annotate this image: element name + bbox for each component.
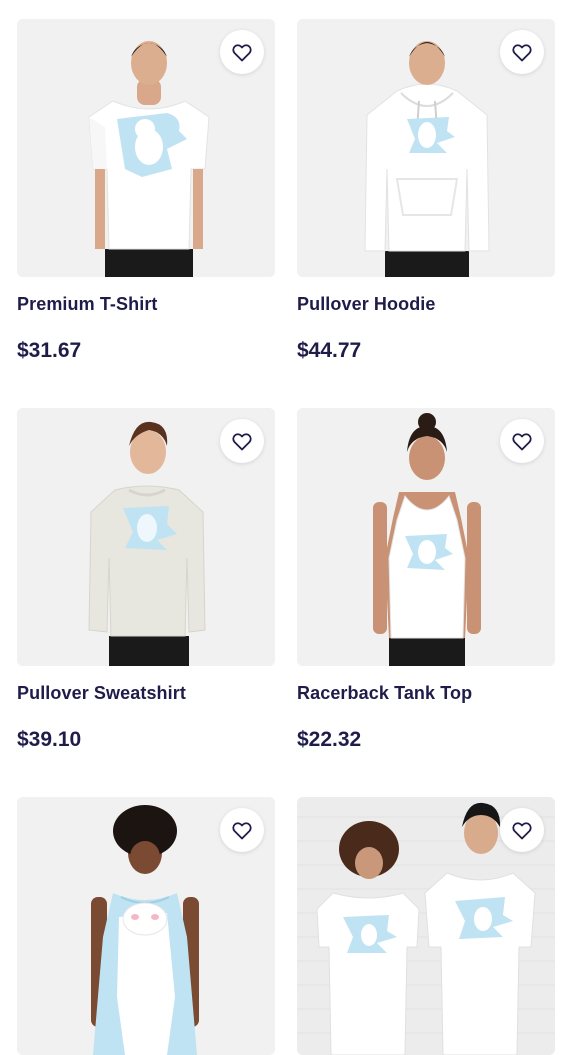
- product-card[interactable]: Racerback Tank Top $22.32: [297, 408, 555, 797]
- product-image[interactable]: [17, 19, 275, 277]
- product-title[interactable]: Racerback Tank Top: [297, 683, 555, 704]
- heart-outline-icon: [232, 433, 252, 451]
- product-image[interactable]: [297, 408, 555, 666]
- favorite-button[interactable]: [500, 30, 544, 74]
- product-price: $39.10: [17, 728, 82, 751]
- product-image[interactable]: [297, 19, 555, 277]
- favorite-button[interactable]: [220, 808, 264, 852]
- product-card[interactable]: [17, 797, 275, 1055]
- favorite-button[interactable]: [220, 30, 264, 74]
- product-card[interactable]: Pullover Sweatshirt $39.10: [17, 408, 275, 797]
- product-card[interactable]: Pullover Hoodie $44.77: [297, 19, 555, 408]
- product-card[interactable]: [297, 797, 555, 1055]
- product-image[interactable]: [297, 797, 555, 1055]
- product-image[interactable]: [17, 797, 275, 1055]
- product-price: $31.67: [17, 339, 82, 362]
- heart-outline-icon: [512, 433, 532, 451]
- heart-outline-icon: [232, 822, 252, 840]
- product-title[interactable]: Pullover Hoodie: [297, 294, 555, 315]
- product-price: $44.77: [297, 339, 362, 362]
- product-grid: Premium T-Shirt $31.67 Pullover Hoodie $…: [17, 19, 555, 1055]
- product-image[interactable]: [17, 408, 275, 666]
- product-title[interactable]: Pullover Sweatshirt: [17, 683, 275, 704]
- favorite-button[interactable]: [500, 419, 544, 463]
- heart-outline-icon: [512, 822, 532, 840]
- favorite-button[interactable]: [500, 808, 544, 852]
- product-card[interactable]: Premium T-Shirt $31.67: [17, 19, 275, 408]
- favorite-button[interactable]: [220, 419, 264, 463]
- product-price: $22.32: [297, 728, 362, 751]
- heart-outline-icon: [512, 44, 532, 62]
- heart-outline-icon: [232, 44, 252, 62]
- product-title[interactable]: Premium T-Shirt: [17, 294, 275, 315]
